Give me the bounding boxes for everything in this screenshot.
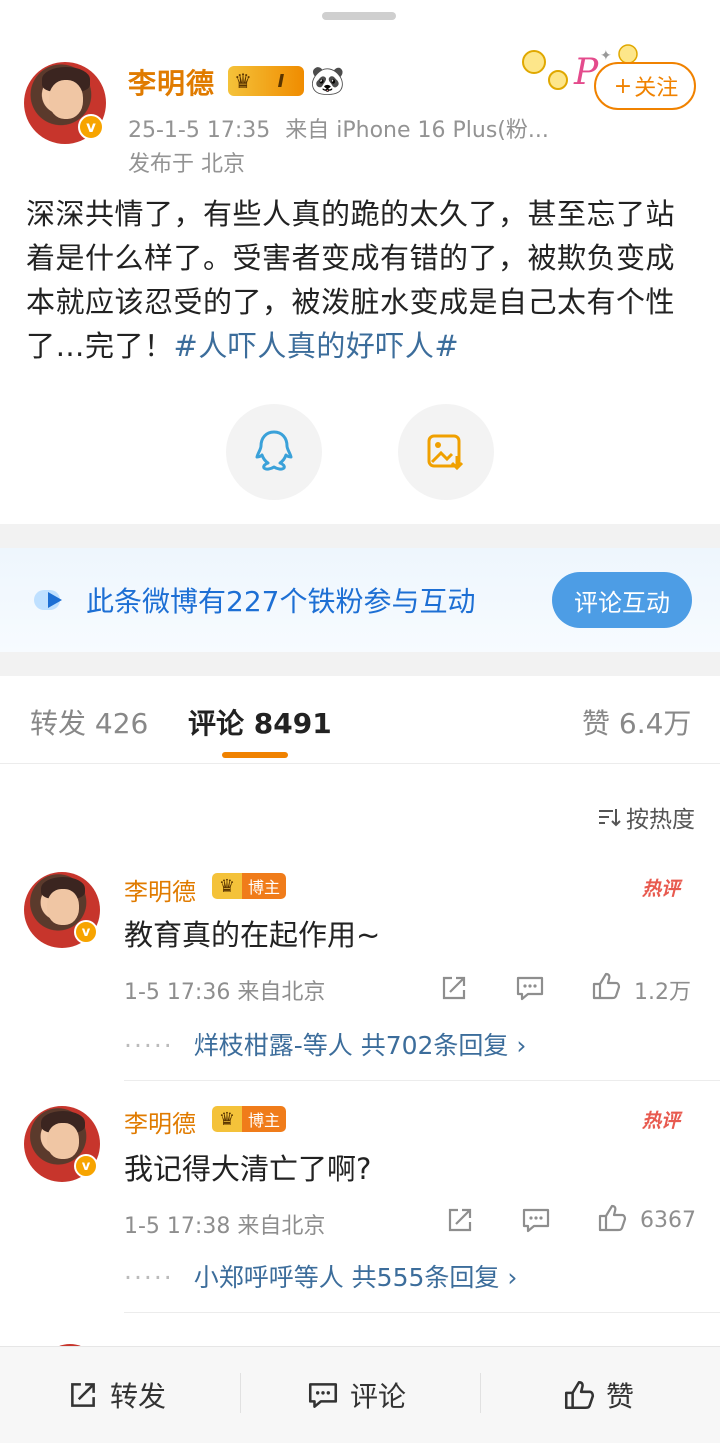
comment-like-count: 1.2万 [634, 980, 691, 1005]
comment-button[interactable]: 评论 [306, 1375, 406, 1415]
post-detail-sheet: v 李明德 ♛ I 🐼 P ✦ + 关注 25-1-5 17:35 来自 iPh… [0, 0, 720, 1443]
share-icon[interactable] [438, 972, 470, 1004]
comment-author[interactable]: 李明德 [124, 1104, 196, 1139]
tab-likes[interactable]: 赞 6.4万 [582, 702, 691, 742]
comment-text: 我记得大清亡了啊? [124, 1152, 372, 1186]
verified-icon: v [78, 114, 104, 140]
follow-button[interactable]: + 关注 [594, 62, 696, 110]
crown-icon: ♛ [212, 1106, 242, 1132]
sort-button[interactable]: 按热度 [596, 800, 695, 834]
comment-icon [308, 1383, 338, 1408]
reply-dots: ····· [124, 1031, 174, 1060]
hot-comment-badge: 热评 [642, 1110, 681, 1132]
like-icon[interactable] [596, 1202, 628, 1234]
fan-interaction-banner: 此条微博有227个铁粉参与互动 评论互动 [0, 548, 720, 652]
comment-label: 评论 [350, 1380, 407, 1413]
qq-share-button[interactable] [226, 404, 322, 500]
comment-divider [124, 1080, 720, 1081]
blogger-badge-label: 博主 [242, 873, 287, 899]
fan-level-badge[interactable]: ♛ I [228, 66, 304, 96]
verified-icon: v [74, 920, 98, 944]
fan-banner-text: 此条微博有227个铁粉参与互动 [86, 585, 476, 618]
qq-share-icon [255, 430, 293, 471]
blogger-badge: ♛ 博主 [212, 1106, 287, 1132]
comment-replies-link[interactable]: ····· 烊枝柑露-等人 共702条回复 › [124, 1026, 526, 1062]
comment-replies-link[interactable]: ····· 小郑呼呼等人 共555条回复 › [124, 1258, 517, 1294]
blogger-badge: ♛ 博主 [212, 873, 287, 899]
section-gap [0, 524, 720, 548]
like-label: 赞 [606, 1380, 635, 1413]
repost-label: 转发 [110, 1380, 167, 1413]
bottom-action-bar: 转发 评论 赞 [0, 1346, 720, 1443]
comment-meta: 1-5 17:38 来自北京 [124, 1214, 326, 1239]
fan-level: I [277, 70, 285, 92]
fan-icon [34, 590, 62, 610]
author-name[interactable]: 李明德 [128, 62, 215, 102]
repost-button[interactable]: 转发 [66, 1375, 166, 1415]
comment-author[interactable]: 李明德 [124, 872, 196, 907]
post-source: 来自 iPhone 16 Plus(粉... [285, 118, 549, 143]
share-icon [71, 1383, 95, 1407]
sort-label: 按热度 [626, 807, 695, 833]
bar-separator [240, 1373, 241, 1413]
interaction-tabs: 转发 426 评论 8491 赞 6.4万 [0, 676, 720, 764]
hot-comment-badge: 热评 [642, 878, 681, 900]
like-icon [564, 1380, 595, 1410]
sort-icon [599, 809, 621, 827]
crown-icon: ♛ [234, 69, 252, 93]
panda-icon: 🐼 [310, 64, 345, 97]
crown-icon: ♛ [212, 873, 242, 899]
post-meta: 25-1-5 17:35 来自 iPhone 16 Plus(粉... [128, 112, 549, 144]
plus-icon: + [613, 73, 633, 99]
comment-interact-button[interactable]: 评论互动 [552, 572, 692, 628]
tab-comments[interactable]: 评论 8491 [188, 702, 332, 742]
save-image-icon [427, 434, 464, 471]
sheet-grabber[interactable] [322, 12, 396, 20]
verified-icon: v [74, 1154, 98, 1178]
share-icon[interactable] [444, 1204, 476, 1236]
svg-text:✦: ✦ [600, 48, 612, 64]
save-image-button[interactable] [398, 404, 494, 500]
comment-divider [124, 1312, 720, 1313]
comment-icon[interactable] [514, 972, 546, 1004]
section-gap [0, 652, 720, 676]
post-date: 25-1-5 17:35 [128, 118, 271, 143]
follow-label: 关注 [634, 76, 679, 101]
hashtag-link[interactable]: #人吓人真的好吓人# [174, 329, 460, 363]
tab-repost[interactable]: 转发 426 [30, 702, 148, 742]
active-tab-indicator [222, 752, 288, 758]
comment-meta: 1-5 17:36 来自北京 [124, 980, 326, 1005]
bar-separator [480, 1373, 481, 1413]
blogger-badge-label: 博主 [242, 1106, 287, 1132]
comment-text: 教育真的在起作用~ [124, 918, 381, 952]
reply-summary: 小郑呼呼等人 共555条回复 › [193, 1263, 518, 1292]
reply-dots: ····· [124, 1263, 174, 1292]
post-body: 深深共情了，有些人真的跪的太久了，甚至忘了站着是什么样了。受害者变成有错的了，被… [26, 192, 698, 368]
comment-like-count: 6367 [640, 1208, 696, 1233]
like-button[interactable]: 赞 [562, 1375, 634, 1415]
post-location: 发布于 北京 [128, 152, 245, 177]
reply-summary: 烊枝柑露-等人 共702条回复 › [193, 1031, 527, 1060]
like-icon[interactable] [590, 970, 622, 1002]
comment-icon[interactable] [520, 1204, 552, 1236]
